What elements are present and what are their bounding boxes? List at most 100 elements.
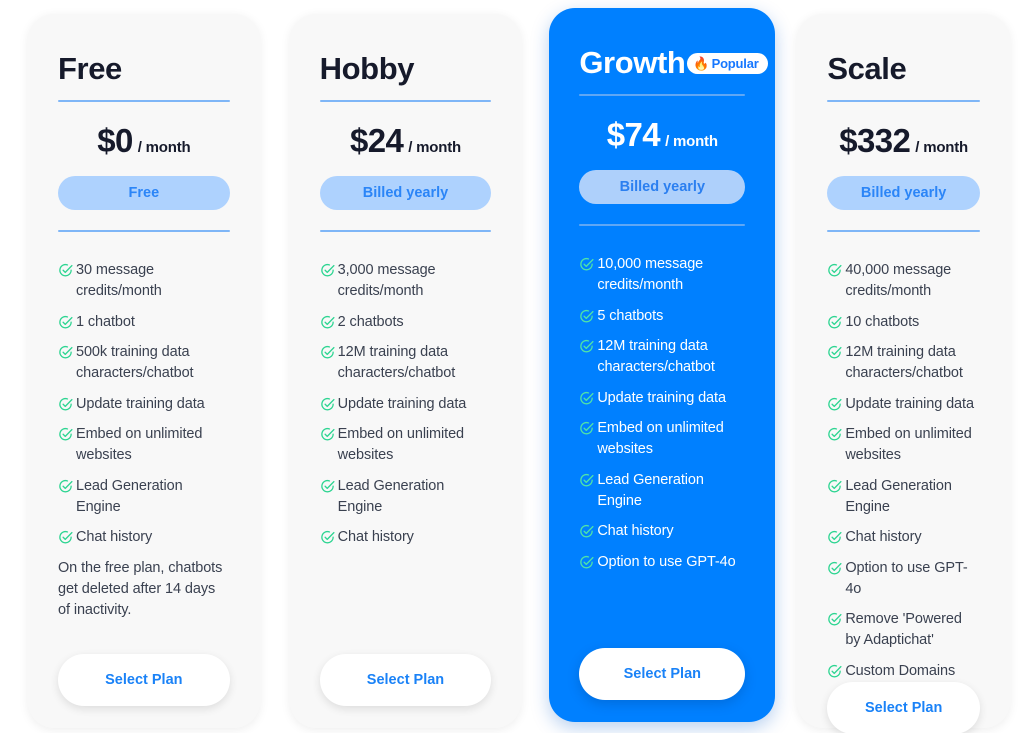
plan-card-scale: Scale $332 / month Billed yearly 40,000 … <box>797 14 1010 733</box>
check-circle-icon <box>828 345 842 359</box>
check-circle-icon <box>828 531 842 544</box>
feature-label: Chat history <box>337 529 414 546</box>
list-item: Embed on unlimited websites <box>320 424 492 467</box>
list-item: Lead Generation Engine <box>58 476 230 519</box>
list-item: Remove 'Powered by Adaptichat' <box>827 609 980 652</box>
select-plan-button-scale[interactable]: Select Plan <box>827 682 980 733</box>
price-amount-scale: $332 <box>839 122 911 160</box>
feature-list-scale: 40,000 message credits/month 10 chatbots… <box>827 260 980 682</box>
check-circle-icon <box>59 315 73 329</box>
plan-header-free: Free <box>58 14 230 86</box>
list-item: Lead Generation Engine <box>579 470 745 513</box>
features-divider <box>827 230 980 233</box>
plan-title-growth: Growth <box>579 45 686 80</box>
check-circle-icon <box>580 473 594 487</box>
check-circle-icon <box>320 479 335 493</box>
price-amount-hobby: $24 <box>349 122 404 160</box>
list-item: Embed on unlimited websites <box>827 424 980 467</box>
billing-pill-hobby[interactable]: Billed yearly <box>319 176 492 211</box>
check-circle-icon <box>580 339 594 353</box>
list-item: 3,000 message credits/month <box>320 260 492 303</box>
price-period-scale: / month <box>915 139 969 157</box>
pricing-plans-grid: Free $0 / month Free 30 message credits/… <box>0 0 1024 733</box>
feature-label: Lead Generation Engine <box>76 477 183 515</box>
status-badge-popular: 🔥 Popular <box>687 52 768 74</box>
feature-label: 1 chatbot <box>76 313 135 330</box>
price-amount-growth: $74 <box>606 116 661 154</box>
feature-label: 30 message credits/month <box>76 262 162 300</box>
check-circle-icon <box>59 479 73 493</box>
price-period-hobby: / month <box>408 139 461 157</box>
list-item: Custom Domains <box>827 661 980 682</box>
feature-label: 10 chatbots <box>845 313 920 330</box>
check-circle-icon <box>320 345 335 359</box>
price-row-growth: $74 / month <box>579 116 745 154</box>
feature-label: Custom Domains <box>845 662 956 679</box>
check-circle-icon <box>59 531 73 544</box>
list-item: Embed on unlimited websites <box>579 418 745 461</box>
header-divider <box>827 100 980 103</box>
list-item: Update training data <box>827 394 980 415</box>
feature-label: 10,000 message credits/month <box>597 256 704 294</box>
check-circle-icon <box>828 315 842 329</box>
price-amount-free: $0 <box>97 122 133 160</box>
select-plan-button-hobby[interactable]: Select Plan <box>319 654 492 706</box>
check-circle-icon <box>580 421 594 435</box>
billing-pill-growth[interactable]: Billed yearly <box>579 170 746 205</box>
features-divider <box>319 230 492 233</box>
header-divider <box>58 100 230 103</box>
list-item: Update training data <box>320 394 492 415</box>
check-circle-icon <box>320 427 335 441</box>
header-divider <box>579 94 746 97</box>
check-circle-icon <box>828 264 842 277</box>
list-item: Embed on unlimited websites <box>58 424 230 467</box>
features-divider <box>579 224 746 227</box>
list-item: 10,000 message credits/month <box>579 254 745 297</box>
list-item: 12M training data characters/chatbot <box>320 342 492 385</box>
feature-label: 40,000 message credits/month <box>845 262 952 300</box>
check-circle-icon <box>580 555 594 568</box>
cta-wrap-growth: Select Plan <box>579 648 746 722</box>
feature-list-growth: 10,000 message credits/month 5 chatbots … <box>579 254 745 573</box>
feature-label: 500k training data characters/chatbot <box>76 344 194 382</box>
check-circle-icon <box>580 525 594 538</box>
cta-wrap-hobby: Select Plan <box>319 654 492 728</box>
check-circle-icon <box>59 397 73 411</box>
plan-header-growth: Growth 🔥 Popular <box>579 8 768 80</box>
feature-label: Option to use GPT-4o <box>597 553 736 570</box>
cta-wrap-free: Select Plan <box>58 654 230 728</box>
check-circle-icon <box>828 427 842 441</box>
plan-title-hobby: Hobby <box>319 51 415 86</box>
check-circle-icon <box>828 613 842 626</box>
header-divider <box>319 100 492 103</box>
select-plan-button-free[interactable]: Select Plan <box>58 654 230 706</box>
list-item: Update training data <box>579 388 745 409</box>
list-item: Option to use GPT-4o <box>827 558 980 601</box>
feature-label: Embed on unlimited websites <box>76 425 203 464</box>
fire-icon: 🔥 <box>693 55 710 71</box>
feature-label: Chat history <box>597 523 674 540</box>
check-circle-icon <box>828 397 842 411</box>
feature-label: Chat history <box>845 529 922 546</box>
cta-wrap-scale: Select Plan <box>827 682 980 733</box>
list-item: Chat history <box>58 527 230 548</box>
feature-label: Remove 'Powered by Adaptichat' <box>845 611 962 649</box>
select-plan-button-growth[interactable]: Select Plan <box>579 648 746 700</box>
check-circle-icon <box>320 264 335 277</box>
feature-label: Lead Generation Engine <box>845 477 952 515</box>
billing-pill-scale[interactable]: Billed yearly <box>827 176 980 211</box>
check-circle-icon <box>828 479 842 493</box>
popular-badge-label: Popular <box>711 55 759 71</box>
check-circle-icon <box>580 258 594 271</box>
check-circle-icon <box>828 561 842 574</box>
list-item: Option to use GPT-4o <box>579 552 745 573</box>
plan-card-free: Free $0 / month Free 30 message credits/… <box>28 14 260 728</box>
check-circle-icon <box>580 309 594 323</box>
feature-label: Update training data <box>76 395 205 412</box>
billing-pill-free[interactable]: Free <box>58 176 230 211</box>
price-row-scale: $332 / month <box>827 122 980 160</box>
features-divider <box>58 230 230 233</box>
feature-list-hobby: 3,000 message credits/month 2 chatbots 1… <box>320 260 492 548</box>
list-item: 500k training data characters/chatbot <box>58 342 230 385</box>
feature-label: Update training data <box>845 395 974 412</box>
